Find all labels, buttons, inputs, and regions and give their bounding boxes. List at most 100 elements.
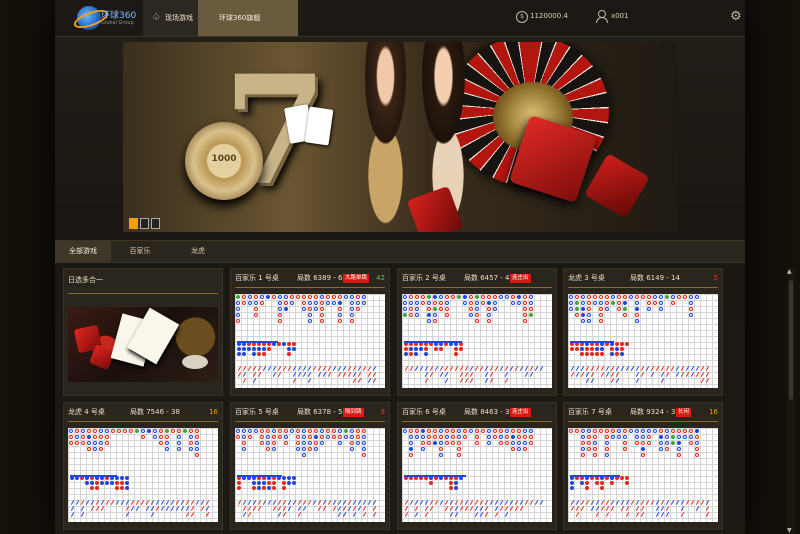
- road-bead: [529, 295, 533, 299]
- road-bead: [421, 435, 425, 439]
- road-bead: [517, 441, 521, 445]
- promo-banner[interactable]: 7 1000: [123, 42, 678, 232]
- road-slash: [660, 512, 665, 517]
- road-slash: [630, 366, 635, 371]
- road-slash: [499, 506, 504, 511]
- road-slash: [372, 372, 377, 377]
- table-card[interactable]: 百家乐 7 号桌 局数 9324 - 36 长闲 16: [563, 402, 723, 530]
- road-bead: [505, 441, 509, 445]
- road-slash: [170, 506, 175, 511]
- road-bead: [421, 441, 425, 445]
- road-slash: [200, 506, 205, 511]
- road-slash: [700, 378, 705, 383]
- road-bead: [575, 295, 579, 299]
- road-slash: [317, 506, 322, 511]
- road-bead: [659, 295, 663, 299]
- road-slash: [519, 366, 524, 371]
- multi-table-card[interactable]: 日选多合一: [63, 268, 223, 396]
- road-dot: [252, 481, 256, 485]
- road-slash: [570, 366, 575, 371]
- road-bead: [457, 441, 461, 445]
- road-bead: [278, 295, 282, 299]
- road-bead: [623, 301, 627, 305]
- road-bead: [581, 453, 585, 457]
- road-bead: [653, 429, 657, 433]
- road-bead: [69, 429, 73, 433]
- table-card[interactable]: 百家乐 6 号桌 局数 8463 - 30 连庄出: [397, 402, 557, 530]
- road-slash: [645, 500, 650, 505]
- table-card[interactable]: 百家乐 2 号桌 局数 6457 - 45 连庄出: [397, 268, 557, 396]
- road-bead: [581, 435, 585, 439]
- road-slash: [297, 366, 302, 371]
- road-slash: [322, 372, 327, 377]
- road-bead: [439, 429, 443, 433]
- road-bead: [529, 435, 533, 439]
- road-dot: [585, 347, 589, 351]
- tab-dragon-tiger[interactable]: 龙虎: [173, 241, 223, 262]
- road-bead: [605, 295, 609, 299]
- nav-flagship[interactable]: 环球360旗舰: [198, 0, 298, 36]
- road-bead: [695, 441, 699, 445]
- table-card[interactable]: 龙虎 3 号桌 局数 6149 - 14 5: [563, 268, 723, 396]
- road-bead: [611, 429, 615, 433]
- user-icon[interactable]: [596, 10, 608, 23]
- road-bead: [665, 429, 669, 433]
- road-bead: [641, 441, 645, 445]
- scroll-down-arrow-icon[interactable]: ▼: [787, 527, 792, 534]
- road-bead: [689, 295, 693, 299]
- road-dot: [115, 486, 119, 490]
- road-bead: [242, 435, 246, 439]
- tab-baccarat[interactable]: 百家乐: [115, 241, 165, 262]
- road-bead: [593, 429, 597, 433]
- road-bead: [517, 435, 521, 439]
- table-card[interactable]: 百家乐 1 号桌 局数 6389 - 64 大路单跳 42: [230, 268, 390, 396]
- road-bead: [93, 447, 97, 451]
- road-dot: [292, 481, 296, 485]
- road-bead: [463, 295, 467, 299]
- nav-live-games[interactable]: ♤ 现场游戏: [143, 0, 198, 36]
- scroll-up-arrow-icon[interactable]: ▲: [787, 268, 792, 275]
- road-slash: [282, 500, 287, 505]
- road-bead: [451, 441, 455, 445]
- road-slash: [337, 500, 342, 505]
- road-bead: [587, 319, 591, 323]
- road-bead: [635, 435, 639, 439]
- road-bead: [641, 447, 645, 451]
- road-slash: [499, 366, 504, 371]
- road-bead: [344, 429, 348, 433]
- tab-all-games[interactable]: 全部游戏: [55, 241, 111, 262]
- banner-dot-3[interactable]: [151, 218, 160, 229]
- road-slash: [695, 506, 700, 511]
- road-slash: [357, 366, 362, 371]
- road-bead: [415, 295, 419, 299]
- table-card[interactable]: 龙虎 4 号桌 局数 7546 - 38 16: [63, 402, 223, 530]
- username[interactable]: x001: [611, 12, 629, 20]
- road-bead: [599, 313, 603, 317]
- road-dot: [272, 486, 276, 490]
- road-dot: [237, 347, 241, 351]
- road-bead: [350, 313, 354, 317]
- road-bead: [332, 435, 336, 439]
- lobby-scrollbar[interactable]: ▲ ▼: [787, 268, 795, 534]
- banner-dot-2[interactable]: [140, 218, 149, 229]
- scrollbar-thumb[interactable]: [789, 280, 793, 400]
- road-slash: [705, 366, 710, 371]
- table-card[interactable]: 百家乐 5 号桌 局数 6378 - 54 隔到跳 9: [230, 402, 390, 530]
- road-slash: [595, 366, 600, 371]
- road-bead: [505, 295, 509, 299]
- road-bead: [665, 295, 669, 299]
- road-bead: [611, 295, 615, 299]
- road-bead: [177, 435, 181, 439]
- road-slash: [242, 506, 247, 511]
- road-bead: [278, 301, 282, 305]
- road-dot: [287, 342, 291, 346]
- banner-dot-1[interactable]: [129, 218, 138, 229]
- road-bead: [403, 295, 407, 299]
- settings-gear-icon[interactable]: ⚙: [730, 9, 742, 24]
- road-bead: [320, 319, 324, 323]
- road-bead: [427, 301, 431, 305]
- road-slash: [449, 366, 454, 371]
- road-slash: [347, 506, 352, 511]
- road-bead: [332, 301, 336, 305]
- road-dot: [585, 481, 589, 485]
